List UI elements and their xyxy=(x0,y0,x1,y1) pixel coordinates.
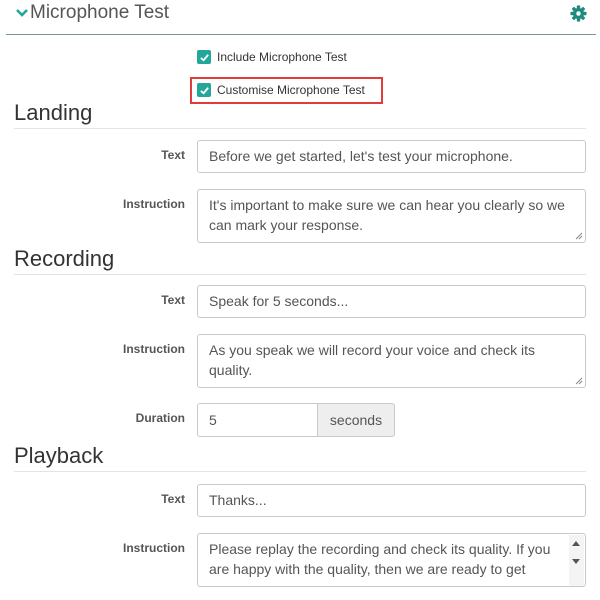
playback-instruction-label: Instruction xyxy=(123,541,185,555)
playback-text-label: Text xyxy=(161,492,185,506)
recording-instruction-textarea[interactable]: As you speak we will record your voice a… xyxy=(197,334,586,388)
landing-text-label: Text xyxy=(161,148,185,162)
recording-heading: Recording xyxy=(14,246,115,271)
playback-divider xyxy=(14,471,586,472)
playback-heading: Playback xyxy=(14,443,104,468)
textarea-scrollbar[interactable] xyxy=(569,535,584,586)
recording-instruction-label: Instruction xyxy=(123,342,185,356)
playback-instruction-textarea[interactable]: Please replay the recording and check it… xyxy=(197,533,586,587)
duration-input[interactable]: 5 xyxy=(197,403,317,437)
landing-instruction-text: It's important to make sure we can hear … xyxy=(209,197,565,233)
check-icon xyxy=(199,86,209,95)
landing-heading: Landing xyxy=(14,100,93,125)
customise-checkbox[interactable] xyxy=(197,83,211,97)
panel-title: Microphone Test xyxy=(30,2,170,23)
recording-instruction-text: As you speak we will record your voice a… xyxy=(209,342,536,378)
gear-icon[interactable] xyxy=(570,5,587,22)
include-checkbox[interactable] xyxy=(197,50,211,64)
header-divider xyxy=(6,34,596,35)
landing-instruction-label: Instruction xyxy=(123,197,185,211)
playback-text-input[interactable]: Thanks... xyxy=(197,484,586,517)
include-label: Include Microphone Test xyxy=(217,50,347,64)
landing-instruction-textarea[interactable]: It's important to make sure we can hear … xyxy=(197,189,586,243)
panel-header: Microphone Test xyxy=(0,0,600,34)
scroll-down-arrow-icon[interactable] xyxy=(572,559,580,564)
landing-text-input[interactable]: Before we get started, let's test your m… xyxy=(197,140,586,173)
landing-divider xyxy=(14,128,586,129)
recording-divider xyxy=(14,274,586,275)
include-microphone-test-option[interactable]: Include Microphone Test xyxy=(197,48,347,66)
recording-text-input[interactable]: Speak for 5 seconds... xyxy=(197,285,586,318)
chevron-down-icon[interactable] xyxy=(15,6,29,20)
customise-label: Customise Microphone Test xyxy=(217,83,365,97)
resize-grip-icon[interactable] xyxy=(575,232,583,240)
playback-instruction-text: Please replay the recording and check it… xyxy=(209,541,551,577)
check-icon xyxy=(199,53,209,62)
customise-microphone-test-option[interactable]: Customise Microphone Test xyxy=(197,81,365,99)
scroll-up-arrow-icon[interactable] xyxy=(572,541,580,546)
recording-text-label: Text xyxy=(161,293,185,307)
duration-label: Duration xyxy=(135,411,185,425)
resize-grip-icon[interactable] xyxy=(575,377,583,385)
duration-unit-addon: seconds xyxy=(317,403,395,437)
